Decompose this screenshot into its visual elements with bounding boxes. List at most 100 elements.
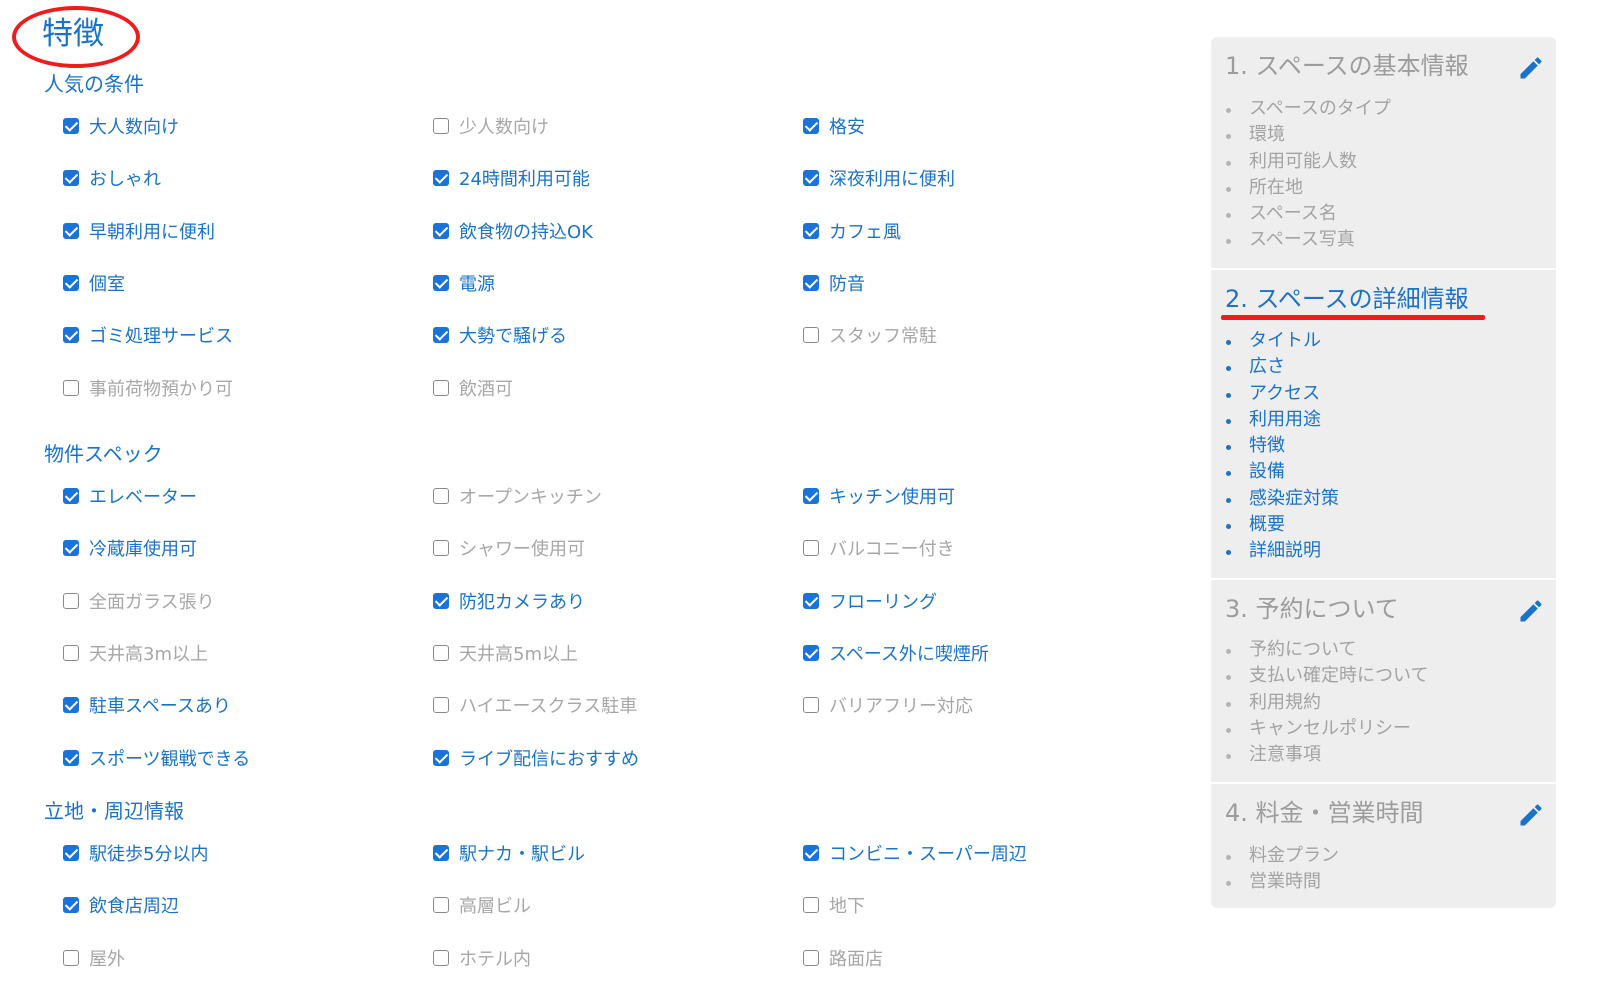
feature-checkbox-item[interactable]: 駅ナカ・駅ビル <box>433 840 585 866</box>
feature-checkbox-item[interactable]: 防犯カメラあり <box>433 588 585 614</box>
feature-checkbox-item[interactable]: 全面ガラス張り <box>63 588 215 614</box>
feature-checkbox-item[interactable]: スポーツ観戦できる <box>63 745 250 771</box>
feature-checkbox-item[interactable]: 地下 <box>803 892 865 918</box>
sidebar-step-title[interactable]: 1. スペースの基本情報 <box>1225 50 1469 82</box>
feature-checkbox-item[interactable]: 屋外 <box>63 945 125 971</box>
feature-checkbox-item[interactable]: 個室 <box>63 270 125 296</box>
feature-checkbox-item[interactable]: 格安 <box>803 113 865 139</box>
feature-checkbox-item[interactable]: 飲酒可 <box>433 375 513 401</box>
sidebar-step[interactable]: 4. 料金・営業時間 料金プラン 営業時間 <box>1211 784 1556 908</box>
checkbox-checked[interactable] <box>63 897 79 914</box>
checkbox-checked[interactable] <box>63 118 79 134</box>
sidebar-step-item[interactable]: タイトル <box>1225 328 1339 354</box>
checkbox-checked[interactable] <box>803 845 819 861</box>
feature-checkbox-item[interactable]: ライブ配信におすすめ <box>433 745 639 771</box>
feature-checkbox-item[interactable]: 飲食店周辺 <box>63 892 179 918</box>
sidebar-step[interactable]: 3. 予約について 予約について 支払い確定時について 利用規約 キャンセルポリシー 注意… <box>1211 580 1556 782</box>
checkbox-checked[interactable] <box>803 274 819 291</box>
feature-checkbox-item[interactable]: おしゃれ <box>63 165 161 191</box>
checkbox-unchecked[interactable] <box>433 488 449 504</box>
sidebar-step-item[interactable]: アクセス <box>1225 381 1339 407</box>
checkbox-checked[interactable] <box>63 222 79 239</box>
checkbox-unchecked[interactable] <box>433 644 449 661</box>
checkbox-unchecked[interactable] <box>63 379 79 396</box>
checkbox-unchecked[interactable] <box>63 592 79 609</box>
checkbox-checked[interactable] <box>63 488 79 504</box>
checkbox-checked[interactable] <box>63 327 79 344</box>
feature-checkbox-item[interactable]: スタッフ常駐 <box>803 322 937 348</box>
feature-checkbox-item[interactable]: ゴミ処理サービス <box>63 322 233 348</box>
feature-checkbox-item[interactable]: スペース外に喫煙所 <box>803 640 989 666</box>
sidebar-step-item[interactable]: 利用用途 <box>1225 407 1339 433</box>
checkbox-unchecked[interactable] <box>803 897 819 914</box>
checkbox-checked[interactable] <box>63 749 79 766</box>
feature-checkbox-item[interactable]: 事前荷物預かり可 <box>63 375 233 401</box>
checkbox-checked[interactable] <box>803 644 819 661</box>
sidebar-step-item[interactable]: 設備 <box>1225 459 1339 485</box>
checkbox-unchecked[interactable] <box>433 949 449 966</box>
checkbox-checked[interactable] <box>63 170 79 187</box>
checkbox-checked[interactable] <box>433 327 449 344</box>
sidebar-step-item[interactable]: 概要 <box>1225 512 1339 538</box>
checkbox-checked[interactable] <box>63 697 79 714</box>
feature-checkbox-item[interactable]: 防音 <box>803 270 865 296</box>
feature-checkbox-item[interactable]: オープンキッチン <box>433 483 602 509</box>
checkbox-unchecked[interactable] <box>63 949 79 966</box>
feature-checkbox-item[interactable]: バリアフリー対応 <box>803 692 973 718</box>
feature-checkbox-item[interactable]: シャワー使用可 <box>433 535 585 561</box>
feature-checkbox-item[interactable]: ホテル内 <box>433 945 531 971</box>
sidebar-step-item[interactable]: 広さ <box>1225 354 1339 380</box>
checkbox-checked[interactable] <box>803 222 819 239</box>
pencil-icon[interactable] <box>1517 597 1545 625</box>
checkbox-unchecked[interactable] <box>803 327 819 344</box>
feature-checkbox-item[interactable]: 早朝利用に便利 <box>63 218 215 244</box>
checkbox-checked[interactable] <box>433 592 449 609</box>
feature-checkbox-item[interactable]: 少人数向け <box>433 113 549 139</box>
checkbox-unchecked[interactable] <box>63 644 79 661</box>
feature-checkbox-item[interactable]: 天井高3m以上 <box>63 640 208 666</box>
checkbox-checked[interactable] <box>63 845 79 861</box>
checkbox-unchecked[interactable] <box>803 697 819 714</box>
feature-checkbox-item[interactable]: 大勢で騒げる <box>433 322 567 348</box>
checkbox-checked[interactable] <box>433 274 449 291</box>
feature-checkbox-item[interactable]: 駅徒歩5分以内 <box>63 840 208 866</box>
checkbox-checked[interactable] <box>803 592 819 609</box>
checkbox-unchecked[interactable] <box>433 697 449 714</box>
feature-checkbox-item[interactable]: ハイエースクラス駐車 <box>433 692 637 718</box>
feature-checkbox-item[interactable]: フローリング <box>803 588 937 614</box>
checkbox-checked[interactable] <box>803 170 819 187</box>
feature-checkbox-item[interactable]: カフェ風 <box>803 218 901 244</box>
feature-checkbox-item[interactable]: 深夜利用に便利 <box>803 165 955 191</box>
checkbox-checked[interactable] <box>803 118 819 134</box>
feature-checkbox-item[interactable]: 冷蔵庫使用可 <box>63 535 197 561</box>
sidebar-step-title[interactable]: 3. 予約について <box>1225 593 1399 625</box>
checkbox-checked[interactable] <box>63 274 79 291</box>
checkbox-checked[interactable] <box>433 749 449 766</box>
sidebar-step-title[interactable]: 4. 料金・営業時間 <box>1225 797 1424 829</box>
feature-checkbox-item[interactable]: 駐車スペースあり <box>63 692 231 718</box>
checkbox-checked[interactable] <box>63 540 79 557</box>
pencil-icon[interactable] <box>1517 54 1545 82</box>
checkbox-checked[interactable] <box>433 222 449 239</box>
feature-checkbox-item[interactable]: 電源 <box>433 270 495 296</box>
pencil-icon[interactable] <box>1517 801 1545 829</box>
feature-checkbox-item[interactable]: バルコニー付き <box>803 535 955 561</box>
checkbox-unchecked[interactable] <box>433 540 449 557</box>
checkbox-unchecked[interactable] <box>803 540 819 557</box>
checkbox-unchecked[interactable] <box>433 897 449 914</box>
sidebar-step-item[interactable]: 感染症対策 <box>1225 486 1339 512</box>
sidebar-step-item[interactable]: 特徴 <box>1225 433 1339 459</box>
feature-checkbox-item[interactable]: 飲食物の持込OK <box>433 218 593 244</box>
feature-checkbox-item[interactable]: 24時間利用可能 <box>433 165 590 191</box>
checkbox-checked[interactable] <box>803 488 819 504</box>
sidebar-step-title[interactable]: 2. スペースの詳細情報 <box>1225 283 1469 315</box>
feature-checkbox-item[interactable]: 高層ビル <box>433 892 531 918</box>
checkbox-unchecked[interactable] <box>433 118 449 134</box>
checkbox-unchecked[interactable] <box>433 379 449 396</box>
sidebar-step[interactable]: 1. スペースの基本情報 スペースのタイプ 環境 利用可能人数 所在地 スペース名 スペース… <box>1211 37 1556 268</box>
feature-checkbox-item[interactable]: 天井高5m以上 <box>433 640 578 666</box>
checkbox-checked[interactable] <box>433 170 449 187</box>
feature-checkbox-item[interactable]: エレベーター <box>63 483 197 509</box>
feature-checkbox-item[interactable]: キッチン使用可 <box>803 483 955 509</box>
feature-checkbox-item[interactable]: 大人数向け <box>63 113 179 139</box>
